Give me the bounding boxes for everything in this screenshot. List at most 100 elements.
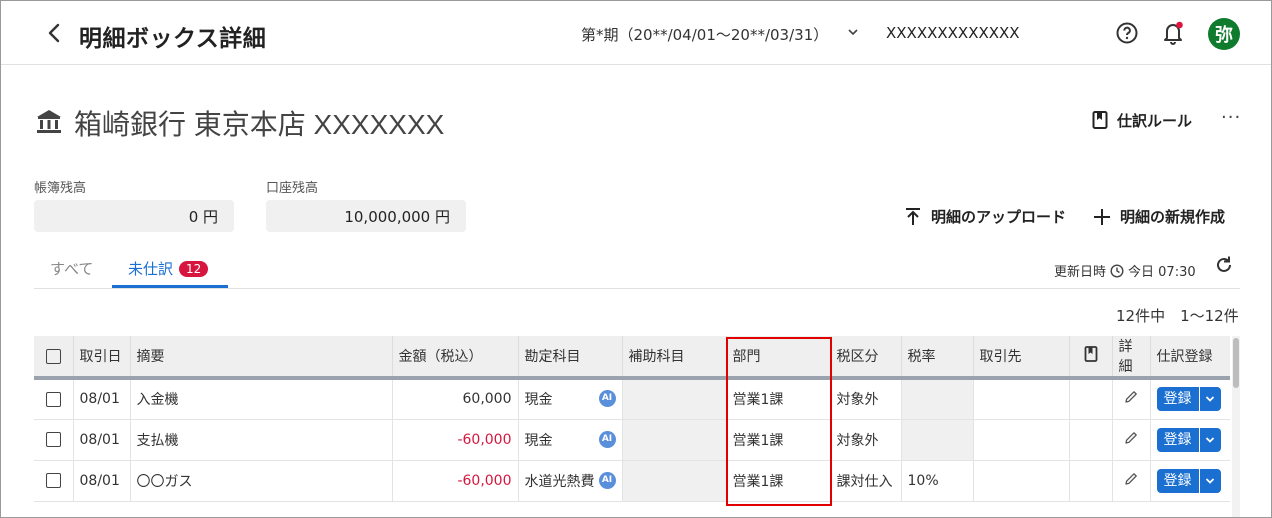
ai-suggestion-icon: AI [598,390,616,408]
column-header[interactable]: 税区分 [829,336,901,380]
row-date: 08/01 [72,378,130,420]
register-button[interactable]: 登録 [1156,427,1199,452]
pencil-icon [1125,431,1137,444]
journal-rule-button[interactable]: 仕訳ルール [1091,109,1192,131]
tab-unjournaled[interactable]: 未仕訳 12 [128,258,209,279]
register-dropdown-button[interactable] [1198,468,1221,493]
row-partner[interactable] [972,419,1069,461]
tab-all[interactable]: すべて [50,258,93,279]
row-sub-account[interactable] [621,378,726,420]
ai-suggestion-icon: AI [598,471,616,489]
row-date: 08/01 [72,460,130,502]
register-button[interactable]: 登録 [1156,387,1199,412]
row-account-label: 現金 [524,432,553,449]
refresh-icon[interactable] [1214,255,1234,275]
row-description[interactable]: 入金機 [129,378,392,420]
row-tax-rate[interactable] [900,419,973,461]
account-balance-label: 口座残高 [266,181,319,196]
row-partner[interactable] [972,460,1069,502]
row-description[interactable]: 〇〇ガス [129,460,392,502]
row-department[interactable]: 営業1課 [725,460,830,502]
register-dropdown-button[interactable] [1198,387,1221,412]
pencil-icon [1125,472,1137,485]
row-amount[interactable]: -60,000 [391,460,518,502]
table-scrollbar-thumb[interactable] [1233,338,1239,388]
register-button[interactable]: 登録 [1156,468,1199,493]
row-department[interactable]: 営業1課 [725,419,830,461]
book-icon [1084,346,1097,362]
row-tax-rate[interactable]: 10% [900,460,973,502]
row-checkbox[interactable] [34,419,73,461]
row-detail[interactable] [1111,460,1150,502]
period-selector[interactable]: 第*期（20**/04/01〜20**/03/31） [581,24,828,45]
column-header[interactable]: 補助科目 [621,336,726,380]
row-tax-rate[interactable] [900,378,973,420]
journal-rule-label: 仕訳ルール [1117,111,1193,130]
more-menu-button[interactable]: ··· [1221,107,1241,128]
back-arrow-icon[interactable] [41,19,67,47]
row-checkbox[interactable] [34,460,73,502]
row-account[interactable]: 現金 AI [517,378,622,420]
company-name[interactable]: XXXXXXXXXXXXX [886,24,1020,42]
row-account[interactable]: 現金 AI [517,419,622,461]
column-header[interactable]: 摘要 [129,336,392,380]
row-tax-category[interactable]: 課対仕入 [829,460,901,502]
chevron-down-icon [1205,396,1215,403]
column-header[interactable]: 仕訳登録 [1149,336,1230,380]
column-header[interactable]: 金額（税込） [391,336,518,380]
column-header[interactable]: 取引先 [972,336,1069,380]
upload-icon [906,207,920,225]
result-count: 12件中 1〜12件 [1116,307,1239,325]
help-icon[interactable] [1115,21,1139,45]
select-all-checkbox[interactable] [34,336,73,380]
notification-bell-icon[interactable] [1161,20,1185,46]
upload-statement-button[interactable]: 明細のアップロード [904,206,1066,227]
table-row[interactable]: 08/01 支払機 -60,000 現金 AI 営業1課 対象外 登録 [34,419,1230,461]
row-amount[interactable]: -60,000 [391,419,518,461]
row-description[interactable]: 支払機 [129,419,392,461]
column-header[interactable]: 詳細 [1111,336,1150,380]
register-dropdown-button[interactable] [1198,427,1221,452]
row-bookmark[interactable] [1068,419,1112,461]
row-amount[interactable]: 60,000 [391,378,518,420]
clock-icon [1110,263,1124,278]
book-icon [1092,111,1108,129]
account-name: 箱崎銀行 東京本店 XXXXXXX [74,109,445,140]
updated-time: 更新日時 今日 07:30 [1054,261,1196,280]
column-header-bookmark[interactable] [1068,336,1112,380]
row-bookmark[interactable] [1068,378,1112,420]
chevron-down-icon[interactable] [846,25,860,39]
book-balance-label: 帳簿残高 [34,181,87,196]
create-statement-button[interactable]: 明細の新規作成 [1093,206,1225,227]
app-frame: 明細ボックス詳細 第*期（20**/04/01〜20**/03/31） XXXX… [0,0,1272,518]
active-tab-indicator [112,285,228,288]
row-partner[interactable] [972,378,1069,420]
tab-unjournaled-label: 未仕訳 [128,260,174,278]
table-row[interactable]: 08/01 入金機 60,000 現金 AI 営業1課 対象外 登録 [34,378,1230,420]
book-balance-value: 0 円 [34,200,234,232]
row-sub-account[interactable] [621,460,726,502]
column-header[interactable]: 部門 [725,336,830,380]
top-header: 明細ボックス詳細 第*期（20**/04/01〜20**/03/31） XXXX… [1,1,1271,65]
chevron-down-icon [1205,436,1215,443]
row-detail[interactable] [1111,419,1150,461]
row-bookmark[interactable] [1068,460,1112,502]
row-checkbox[interactable] [34,378,73,420]
row-detail[interactable] [1111,378,1150,420]
row-register: 登録 [1149,419,1230,461]
row-sub-account[interactable] [621,419,726,461]
column-header[interactable]: 取引日 [72,336,130,380]
row-account-label: 現金 [524,392,553,409]
row-department[interactable]: 営業1課 [725,378,830,420]
row-account-label: 水道光熱費 [524,473,595,490]
row-tax-category[interactable]: 対象外 [829,419,901,461]
account-balance-value: 10,000,000 円 [266,200,466,232]
row-tax-category[interactable]: 対象外 [829,378,901,420]
row-account[interactable]: 水道光熱費 AI [517,460,622,502]
row-date: 08/01 [72,419,130,461]
chevron-down-icon [1205,477,1215,484]
column-header[interactable]: 勘定科目 [517,336,622,380]
table-row[interactable]: 08/01 〇〇ガス -60,000 水道光熱費 AI 営業1課 課対仕入 10% 登録 [34,460,1230,502]
column-header[interactable]: 税率 [900,336,973,380]
user-avatar[interactable]: 弥 [1208,18,1240,50]
